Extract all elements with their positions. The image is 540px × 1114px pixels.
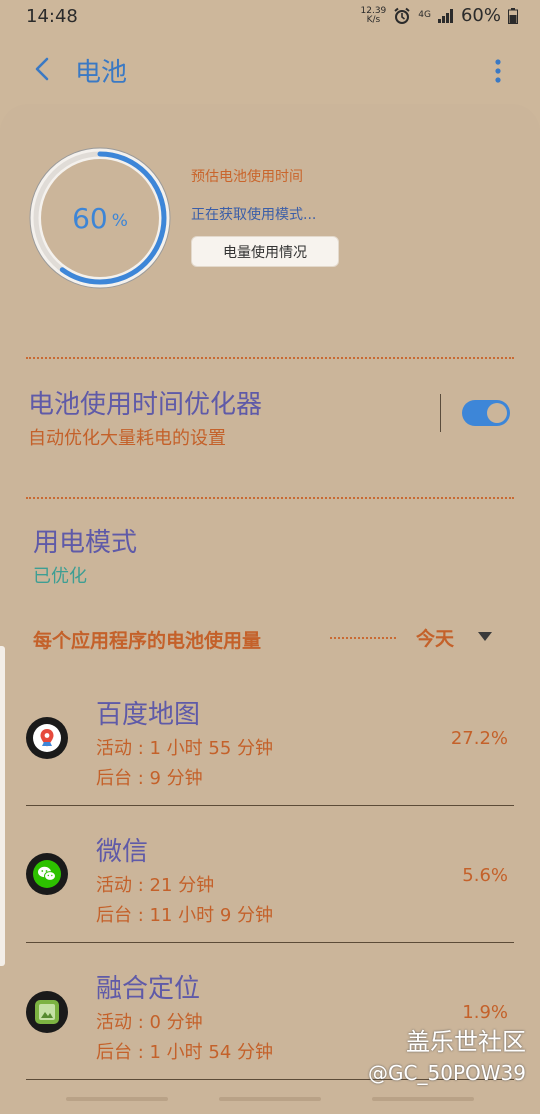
edge-panel-handle[interactable]	[0, 646, 5, 966]
app-usage-item[interactable]: 百度地图 活动 : 1 小时 55 分钟 后台 : 9 分钟 27.2%	[0, 668, 540, 806]
toggle-knob	[487, 403, 507, 423]
app-active-time: 活动 : 21 分钟	[96, 875, 215, 896]
optimizer-toggle[interactable]	[462, 400, 510, 426]
alarm-icon	[394, 7, 410, 24]
network-speed: 12.39 K/s	[361, 6, 387, 25]
dropdown-caret-icon	[478, 632, 492, 641]
back-arrow-icon[interactable]	[28, 54, 58, 84]
indicator	[372, 1097, 474, 1101]
status-icons: 12.39 K/s 4G 60%	[361, 5, 518, 26]
app-usage-section-title: 每个应用程序的电池使用量	[33, 630, 262, 652]
status-bar: 14:48 12.39 K/s 4G 60%	[0, 0, 540, 34]
power-mode-value: 已优化	[33, 566, 87, 587]
watermark: 盖乐世社区 @GC_50POW39	[368, 1022, 526, 1085]
estimate-label: 预估电池使用时间	[191, 169, 303, 185]
period-selected: 今天	[416, 628, 455, 650]
bottom-edge-indicators	[0, 1097, 540, 1103]
app-background-time: 后台 : 1 小时 54 分钟	[96, 1042, 274, 1063]
baidu-map-icon	[26, 717, 68, 759]
page-title: 电池	[75, 58, 128, 88]
battery-level-unit: %	[111, 211, 128, 231]
power-mode-title: 用电模式	[33, 528, 138, 558]
app-usage-percent: 27.2%	[450, 728, 508, 749]
app-background-time: 后台 : 9 分钟	[96, 768, 203, 789]
battery-level-ring: 60 %	[26, 144, 174, 292]
app-usage-percent: 1.9%	[462, 1002, 508, 1023]
app-name: 融合定位	[96, 974, 201, 1004]
divider	[26, 497, 514, 499]
estimate-value: 正在获取使用模式...	[191, 207, 317, 223]
indicator	[66, 1097, 168, 1101]
android-app-icon	[26, 991, 68, 1033]
battery-level-text: 60 %	[26, 144, 174, 292]
battery-percent: 60%	[460, 5, 501, 26]
app-background-time: 后台 : 11 小时 9 分钟	[96, 905, 274, 926]
watermark-title: 盖乐世社区	[406, 1028, 526, 1056]
app-name: 微信	[96, 837, 149, 867]
network-speed-unit: K/s	[366, 14, 381, 25]
app-bar: 电池	[0, 40, 540, 100]
battery-card: 60 % 预估电池使用时间 正在获取使用模式... 电量使用情况 电池使用时间优…	[0, 104, 540, 1114]
battery-icon	[508, 7, 518, 24]
network-type: 4G	[418, 10, 431, 20]
app-active-time: 活动 : 1 小时 55 分钟	[96, 738, 274, 759]
more-options-icon[interactable]	[486, 56, 510, 86]
section-dotted-line	[330, 637, 396, 639]
vertical-divider	[440, 394, 441, 432]
optimizer-title: 电池使用时间优化器	[28, 390, 263, 420]
signal-icon	[437, 8, 453, 23]
app-usage-percent: 5.6%	[462, 865, 508, 886]
power-usage-button[interactable]: 电量使用情况	[191, 236, 339, 267]
status-time: 14:48	[26, 6, 78, 27]
app-name: 百度地图	[96, 700, 201, 730]
battery-level-number: 60	[72, 201, 108, 235]
optimizer-subtitle: 自动优化大量耗电的设置	[28, 428, 226, 449]
wechat-icon	[26, 853, 68, 895]
watermark-user: @GC_50POW39	[368, 1061, 526, 1085]
indicator	[219, 1097, 321, 1101]
app-active-time: 活动 : 0 分钟	[96, 1012, 203, 1033]
divider	[26, 357, 514, 359]
app-usage-item[interactable]: 微信 活动 : 21 分钟 后台 : 11 小时 9 分钟 5.6%	[0, 805, 540, 943]
